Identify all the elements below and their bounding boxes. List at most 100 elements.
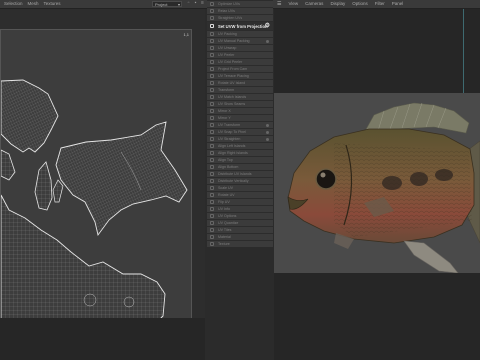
tool-item-21[interactable]: Align Left Islands <box>207 142 273 149</box>
tool-item-label: Rotate UV Island <box>218 81 246 85</box>
tool-item-20[interactable]: UV Straighten <box>207 135 273 142</box>
tool-item-12[interactable]: Rotate UV Island <box>207 79 273 86</box>
option-dot-icon[interactable] <box>265 39 269 43</box>
vp-menu-cameras[interactable]: Cameras <box>305 0 323 8</box>
vp-menu-filter[interactable]: Filter <box>375 0 385 8</box>
tool-item-28[interactable]: Rotate UV <box>207 191 273 198</box>
project-select-value: Project <box>155 1 168 7</box>
tool-item-label: UV Info <box>218 207 230 211</box>
tool-item-2[interactable]: Relax UVs <box>207 7 273 14</box>
tool-item-label: UV Manual Packing <box>218 39 250 43</box>
tool-icon <box>210 60 214 64</box>
tool-item-1[interactable]: Optimize UVs <box>207 0 273 7</box>
tool-item-9[interactable]: UV Grid Peeler <box>207 58 273 65</box>
tool-item-32[interactable]: UV Quantize <box>207 219 273 226</box>
tool-item-8[interactable]: UV Peeler <box>207 51 273 58</box>
tool-item-5[interactable]: UV Packing <box>207 30 273 37</box>
tool-item-23[interactable]: Align Top <box>207 156 273 163</box>
tool-icon <box>210 46 214 50</box>
tool-item-label: UV Grid Peeler <box>218 60 243 64</box>
tool-item-30[interactable]: UV Info <box>207 205 273 212</box>
uv-canvas[interactable]: 1,1 1,0 <box>0 29 192 327</box>
option-dot-icon[interactable] <box>265 137 269 141</box>
lock-icon[interactable]: ▫ <box>186 1 191 6</box>
option-dot-icon[interactable] <box>265 123 269 127</box>
tool-icon <box>210 158 214 162</box>
viewport-guide-line <box>463 9 464 93</box>
uv-corner-label-top: 1,1 <box>183 32 189 37</box>
tool-item-label: UV Peeler <box>218 53 235 57</box>
tool-icon <box>210 179 214 183</box>
hamburger-icon[interactable]: ☰ <box>277 0 281 8</box>
pelvic-fin <box>403 240 459 273</box>
tool-item-18[interactable]: UV Transform <box>207 121 273 128</box>
more-icon[interactable]: ≡ <box>200 1 205 6</box>
uv-islands <box>1 79 188 326</box>
tool-item-10[interactable]: Project From Cam <box>207 65 273 72</box>
tool-icon <box>210 95 214 99</box>
uv-island-fin-small <box>52 179 64 203</box>
tool-icon <box>210 130 214 134</box>
tool-item-33[interactable]: UV Tiles <box>207 226 273 233</box>
option-dot-icon[interactable] <box>265 130 269 134</box>
tool-item-label: Relax UVs <box>218 9 235 13</box>
tool-item-7[interactable]: UV Unwrap <box>207 44 273 51</box>
tool-icon <box>210 228 214 232</box>
tool-item-34[interactable]: Material <box>207 233 273 240</box>
uv-editor-footer <box>0 318 205 360</box>
vp-menu-display[interactable]: Display <box>330 0 345 8</box>
tool-item-19[interactable]: UV Snap To Pixel <box>207 128 273 135</box>
menu-selection[interactable]: Selection <box>4 0 23 8</box>
tool-icon <box>210 186 214 190</box>
tool-item-label: Optimize UVs <box>218 2 240 6</box>
tool-item-35[interactable]: Texture <box>207 240 273 247</box>
tool-item-26[interactable]: Distribute Vertically <box>207 177 273 184</box>
tool-item-label: Scale UV <box>218 186 233 190</box>
menu-mesh[interactable]: Mesh <box>28 0 39 8</box>
tool-item-label: UV Unwrap <box>218 46 237 50</box>
settings-icon[interactable]: ▪ <box>193 1 198 6</box>
tool-item-11[interactable]: UV Terrace Placing <box>207 72 273 79</box>
menu-textures[interactable]: Textures <box>44 0 61 8</box>
uv-tools-panel: Optimize UVs Relax UVs Straighten UVs Set U… <box>207 0 273 247</box>
gear-icon[interactable]: ⚙ <box>265 22 270 30</box>
tool-item-label: Material <box>218 235 231 239</box>
tool-item-31[interactable]: UV Options <box>207 212 273 219</box>
tool-item-label: Mirror X <box>218 109 231 113</box>
tool-item-16[interactable]: Mirror X <box>207 107 273 114</box>
fish-model[interactable] <box>274 93 480 273</box>
tools-panel-empty <box>207 247 273 360</box>
uv-editor-panel: 1,1 1,0 <box>0 9 205 360</box>
project-select[interactable]: Project ▾ <box>152 0 182 7</box>
tool-item-3[interactable]: Straighten UVs <box>207 14 273 21</box>
tool-icon <box>210 81 214 85</box>
tool-item-17[interactable]: Mirror Y <box>207 114 273 121</box>
tool-item-6[interactable]: UV Manual Packing <box>207 37 273 44</box>
tool-item-13[interactable]: Transform <box>207 86 273 93</box>
tool-item-label: UV Terrace Placing <box>218 74 249 78</box>
tool-item-14[interactable]: UV Match Islands <box>207 93 273 100</box>
tool-item-label: Align Bottom <box>218 165 239 169</box>
tool-item-25[interactable]: Distribute UV Islands <box>207 170 273 177</box>
main-menu: Selection Mesh Textures <box>0 0 61 8</box>
tool-item-29[interactable]: Flip UV <box>207 198 273 205</box>
spot-2 <box>410 172 428 186</box>
tool-icon <box>210 88 214 92</box>
tool-item-label: UV Snap To Pixel <box>218 130 246 134</box>
tool-icon <box>210 53 214 57</box>
tool-item-22[interactable]: Align Right Islands <box>207 149 273 156</box>
uv-island-dorsal <box>1 79 59 153</box>
tool-item-4[interactable]: Set UVW from Projection ⚙ <box>207 21 273 30</box>
fish-eye <box>315 168 337 190</box>
tool-icon <box>210 116 214 120</box>
tool-item-15[interactable]: UV Show Seams <box>207 100 273 107</box>
vp-menu-panel[interactable]: Panel <box>392 0 404 8</box>
vp-menu-options[interactable]: Options <box>352 0 368 8</box>
vp-menu-view[interactable]: View <box>288 0 298 8</box>
tool-icon <box>210 242 214 246</box>
tool-item-24[interactable]: Align Bottom <box>207 163 273 170</box>
dorsal-fin <box>363 102 470 134</box>
tool-icon <box>210 221 214 225</box>
tool-item-label: UV Packing <box>218 32 237 36</box>
tool-item-27[interactable]: Scale UV <box>207 184 273 191</box>
